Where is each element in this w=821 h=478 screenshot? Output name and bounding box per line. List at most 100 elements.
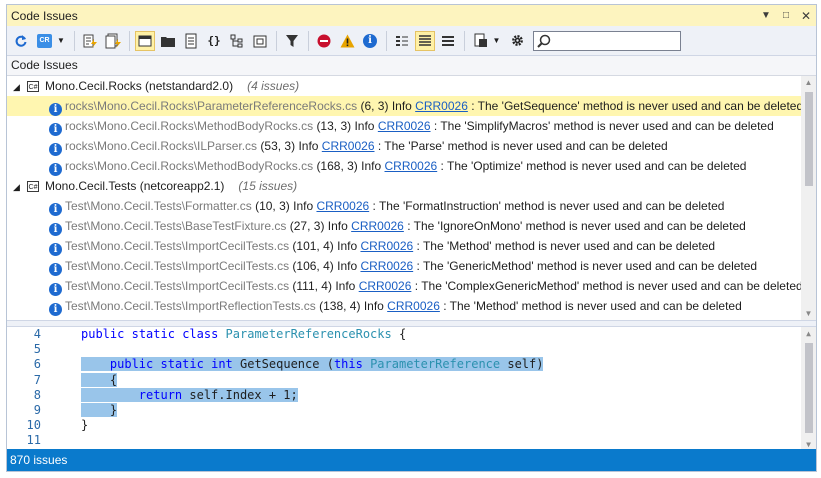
coderush-icon: CR — [37, 33, 53, 48]
scope-hierarchy-button[interactable] — [227, 31, 247, 51]
issue-code-link[interactable]: CRR0026 — [351, 219, 404, 233]
group-list-icon — [396, 35, 408, 46]
show-errors-button[interactable] — [314, 31, 334, 51]
issue-row[interactable]: i rocks\Mono.Cecil.Rocks\ILParser.cs (53,… — [7, 136, 816, 156]
issue-code-link[interactable]: CRR0026 — [387, 299, 440, 313]
issue-row[interactable]: i rocks\Mono.Cecil.Rocks\MethodBodyRocks.… — [7, 116, 816, 136]
issue-row[interactable]: i Test\Mono.Cecil.Tests\ImportCecilTests.… — [7, 276, 816, 296]
issue-path: rocks\Mono.Cecil.Rocks\ParameterReferenc… — [65, 99, 358, 113]
code-line: 10} — [7, 418, 816, 433]
issue-row[interactable]: i Test\Mono.Cecil.Tests\ImportCecilTests.… — [7, 256, 816, 276]
issue-severity: Info — [391, 99, 412, 113]
scroll-up-icon[interactable]: ▲ — [801, 327, 816, 340]
status-bar: 870 issues — [7, 449, 816, 471]
issue-code-link[interactable]: CRR0026 — [385, 159, 438, 173]
line-number: 5 — [33, 342, 41, 357]
issue-row[interactable]: i Test\Mono.Cecil.Tests\Formatter.cs (10,… — [7, 196, 816, 216]
line-number: 6 — [33, 357, 41, 372]
show-info-button[interactable]: i — [360, 31, 380, 51]
apply-all-fixes-button[interactable] — [103, 31, 123, 51]
close-icon[interactable]: ✕ — [800, 9, 812, 23]
issue-code-link[interactable]: CRR0026 — [360, 259, 413, 273]
group-by-button[interactable] — [392, 31, 412, 51]
code-text: } — [81, 418, 89, 433]
issue-path: rocks\Mono.Cecil.Rocks\ILParser.cs — [65, 139, 258, 153]
export-menu-button[interactable]: ▼ — [470, 31, 504, 51]
scope-member-button[interactable]: {} — [204, 31, 224, 51]
compact-view-button[interactable] — [438, 31, 458, 51]
issue-position: (106, 4) — [292, 259, 334, 273]
scroll-down-icon[interactable]: ▼ — [801, 307, 816, 320]
detailed-view-button[interactable] — [415, 30, 435, 51]
issues-scrollbar[interactable]: ▲ ▼ — [801, 76, 816, 320]
refresh-icon — [15, 34, 27, 47]
issue-severity: Info — [293, 199, 314, 213]
column-header[interactable]: Code Issues — [7, 56, 816, 76]
chevron-down-icon: ▼ — [492, 36, 501, 45]
csharp-project-icon: C# — [27, 181, 39, 193]
issue-row[interactable]: i rocks\Mono.Cecil.Rocks\ParameterReferen… — [7, 96, 816, 116]
issue-count: (15 issues) — [238, 179, 298, 193]
expand-triangle-icon[interactable]: ◢ — [13, 77, 23, 97]
group-row[interactable]: ◢ C# Mono.Cecil.Tests (netcoreapp2.1) (15 i… — [7, 176, 816, 196]
show-warnings-button[interactable] — [337, 31, 357, 51]
issue-code-link[interactable]: CRR0026 — [322, 139, 375, 153]
scrollbar-thumb[interactable] — [805, 92, 813, 186]
issue-code-link[interactable]: CRR0026 — [316, 199, 369, 213]
expand-triangle-icon[interactable]: ◢ — [13, 177, 23, 197]
issue-message: The 'SimplifyMacros' method is never use… — [440, 119, 774, 133]
issue-row[interactable]: i Test\Mono.Cecil.Tests\ImportReflectionT… — [7, 296, 816, 316]
issue-severity: Info — [335, 279, 356, 293]
info-icon: i — [49, 143, 62, 156]
apply-fix-button[interactable] — [80, 31, 100, 51]
issue-row[interactable]: i rocks\Mono.Cecil.Rocks\MethodBodyRocks.… — [7, 156, 816, 176]
code-text-highlighted: } — [81, 402, 118, 417]
issue-code-link[interactable]: CRR0026 — [360, 239, 413, 253]
toolbar: CR ▼ {} i ▼ — [7, 26, 816, 56]
scroll-up-icon[interactable]: ▲ — [801, 76, 816, 89]
detailed-list-icon — [419, 34, 431, 46]
window-title: Code Issues — [11, 8, 78, 23]
info-icon: i — [49, 243, 62, 256]
dropdown-arrow-icon[interactable]: ▼ — [760, 9, 772, 23]
issue-severity: Info — [354, 119, 375, 133]
issue-message: The 'Method' method is never used and ca… — [449, 299, 742, 313]
issue-code-link[interactable]: CRR0026 — [378, 119, 431, 133]
issue-code-link[interactable]: CRR0026 — [415, 99, 468, 113]
group-name: Mono.Cecil.Rocks (netstandard2.0) — [45, 79, 234, 93]
search-box[interactable] — [533, 30, 681, 51]
issue-path: rocks\Mono.Cecil.Rocks\MethodBodyRocks.c… — [65, 159, 314, 173]
scope-folder-button[interactable] — [158, 31, 178, 51]
issue-row[interactable]: i Test\Mono.Cecil.Tests\ImportCecilTests.… — [7, 236, 816, 256]
issue-message: The 'GetSequence' method is never used a… — [477, 99, 804, 113]
code-line: 6 public static int GetSequence (this Pa… — [7, 357, 816, 372]
refresh-button[interactable] — [11, 31, 31, 51]
chevron-down-icon: ▼ — [57, 36, 65, 45]
splitter[interactable] — [7, 320, 816, 327]
filter-icon — [286, 34, 298, 47]
group-row[interactable]: ◢ C# Mono.Cecil.Rocks (netstandard2.0) (4 i… — [7, 76, 816, 96]
issue-message: The 'IgnoreOnMono' method is never used … — [413, 219, 746, 233]
scrollbar-thumb[interactable] — [805, 343, 813, 433]
line-number: 7 — [33, 372, 41, 387]
info-icon: i — [49, 303, 62, 316]
code-scrollbar[interactable]: ▲ ▼ — [801, 327, 816, 451]
settings-button[interactable] — [507, 31, 527, 51]
issue-code-link[interactable]: CRR0026 — [359, 279, 412, 293]
window-icon — [138, 35, 152, 46]
issue-message: The 'Parse' method is never used and can… — [384, 139, 668, 153]
scope-project-button[interactable] — [250, 31, 270, 51]
line-number: 8 — [33, 387, 41, 402]
info-icon: i — [49, 163, 62, 176]
window-buttons: ▼ □ ✕ — [760, 9, 812, 23]
scope-file-button[interactable] — [135, 30, 155, 51]
scope-document-button[interactable] — [181, 31, 201, 51]
info-icon: i — [49, 103, 62, 116]
code-line: 11 — [7, 433, 816, 448]
issue-row[interactable]: i Test\Mono.Cecil.Tests\BaseTestFixture.c… — [7, 216, 816, 236]
cr-menu-button[interactable]: CR ▼ — [34, 31, 68, 51]
filter-button[interactable] — [282, 31, 302, 51]
issue-message: The 'FormatInstruction' method is never … — [378, 199, 725, 213]
maximize-icon[interactable]: □ — [780, 9, 792, 23]
search-input[interactable] — [554, 32, 674, 49]
